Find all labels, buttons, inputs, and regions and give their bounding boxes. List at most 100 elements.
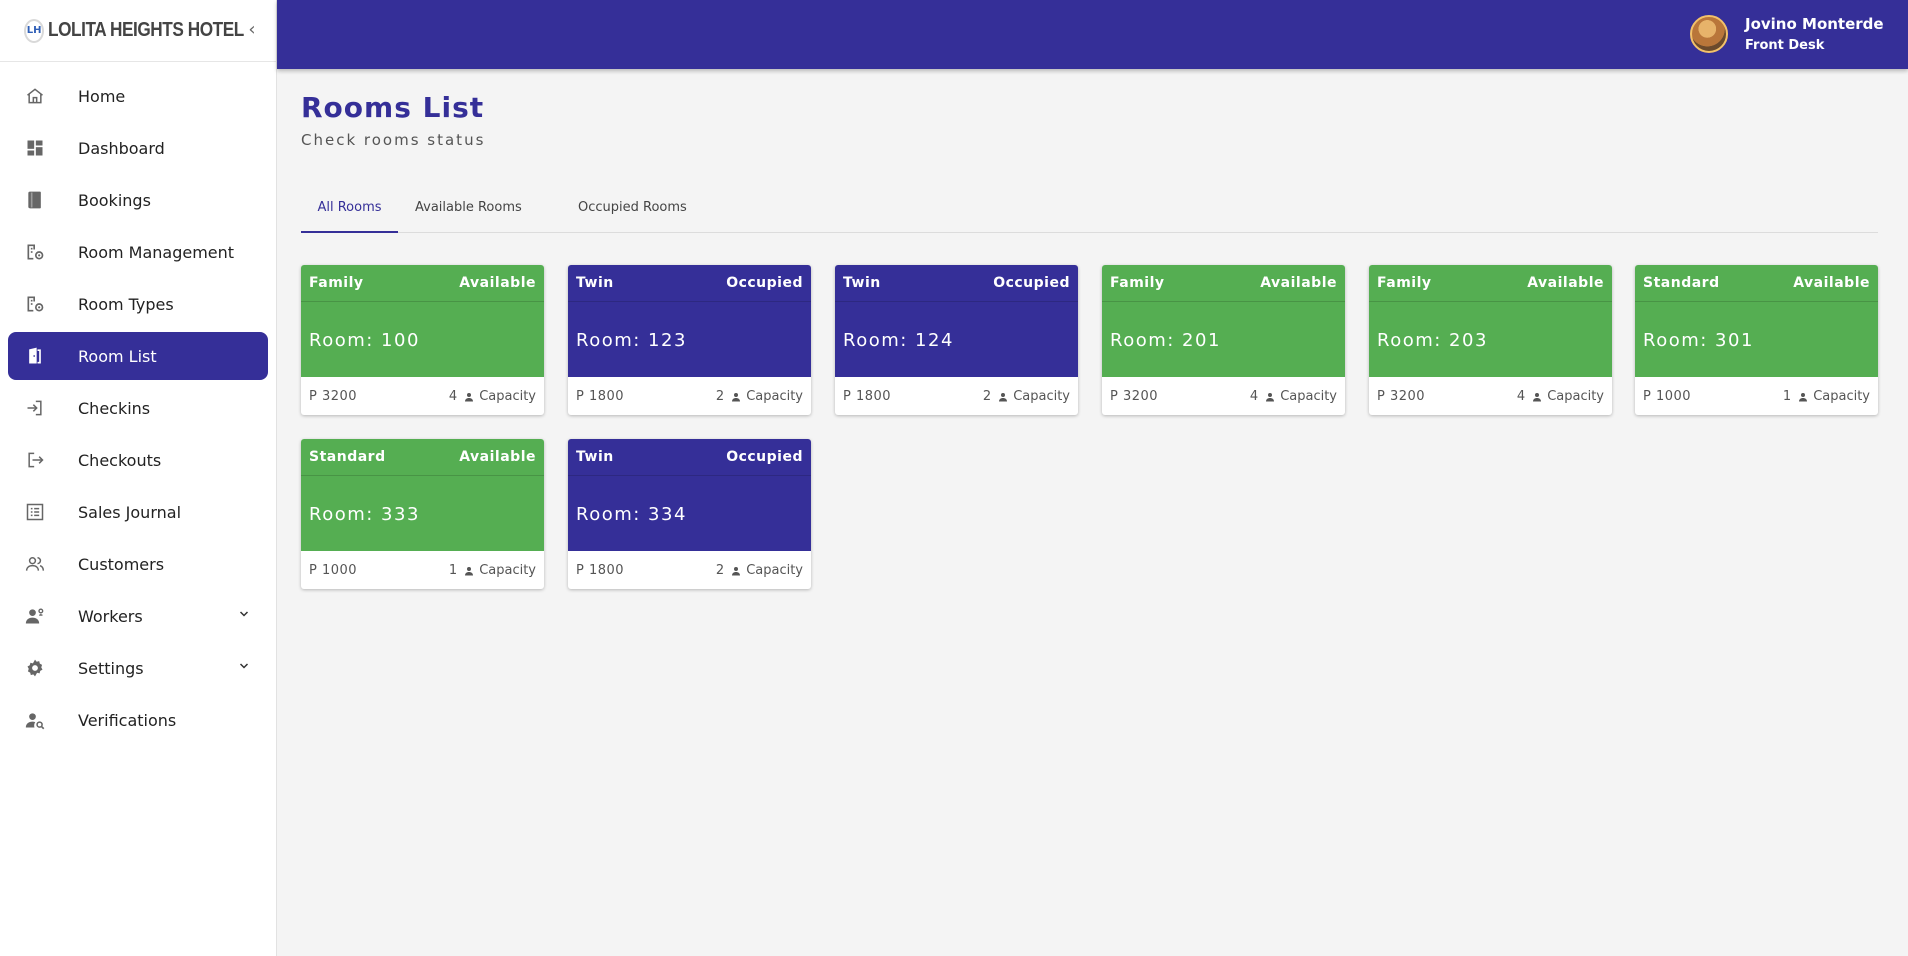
chevron-down-icon xyxy=(238,608,250,624)
room-card-header: Standard Available Room: 333 xyxy=(301,439,544,551)
capacity-label: Capacity xyxy=(479,389,536,404)
sidebar-item-bookings[interactable]: Bookings xyxy=(8,176,268,224)
room-card[interactable]: Family Available Room: 203 P 3200 4 Capa… xyxy=(1369,265,1612,415)
room-card[interactable]: Standard Available Room: 301 P 1000 1 Ca… xyxy=(1635,265,1878,415)
room-card-top: Twin Occupied xyxy=(568,439,811,476)
sidebar-item-verifications[interactable]: Verifications xyxy=(8,696,268,744)
brand: LH LOLITA HEIGHTS HOTEL xyxy=(0,0,276,62)
sidebar-item-label: Room Management xyxy=(78,242,235,262)
room-type: Family xyxy=(309,275,364,291)
room-card[interactable]: Standard Available Room: 333 P 1000 1 Ca… xyxy=(301,439,544,589)
room-price: P 3200 xyxy=(1110,389,1159,404)
room-card-header: Family Available Room: 100 xyxy=(301,265,544,377)
sidebar-item-label: Verifications xyxy=(78,710,177,730)
room-status: Available xyxy=(459,275,536,291)
home-icon xyxy=(24,85,46,107)
sidebar-item-sales-journal[interactable]: Sales Journal xyxy=(8,488,268,536)
sidebar-item-checkins[interactable]: Checkins xyxy=(8,384,268,432)
people-icon xyxy=(24,553,46,575)
room-number: Room: 124 xyxy=(843,330,954,351)
room-card[interactable]: Twin Occupied Room: 334 P 1800 2 Capacit… xyxy=(568,439,811,589)
room-type: Family xyxy=(1377,275,1432,291)
room-card-footer: P 1000 1 Capacity xyxy=(1635,377,1878,415)
person-icon xyxy=(465,392,474,401)
sidebar-item-label: Room Types xyxy=(78,294,174,314)
brand-name: LOLITA HEIGHTS HOTEL xyxy=(48,19,245,41)
room-status: Occupied xyxy=(726,449,803,465)
room-card-header: Family Available Room: 203 xyxy=(1369,265,1612,377)
person-icon xyxy=(1266,392,1275,401)
room-price: P 1000 xyxy=(1643,389,1692,404)
sidebar-item-customers[interactable]: Customers xyxy=(8,540,268,588)
sidebar-item-room-types[interactable]: Room Types xyxy=(8,280,268,328)
room-card-footer: P 1800 2 Capacity xyxy=(835,377,1078,415)
room-status: Occupied xyxy=(993,275,1070,291)
capacity-label: Capacity xyxy=(746,389,803,404)
collapse-sidebar-chevron-left-icon[interactable]: ‹ xyxy=(244,18,260,42)
sidebar-item-label: Checkins xyxy=(78,398,151,418)
room-card-top: Family Available xyxy=(1102,265,1345,302)
room-card[interactable]: Family Available Room: 100 P 3200 4 Capa… xyxy=(301,265,544,415)
capacity-count: 2 xyxy=(982,389,992,404)
sidebar-item-label: Bookings xyxy=(78,190,151,210)
person-icon xyxy=(732,392,741,401)
room-status: Available xyxy=(1260,275,1337,291)
room-number: Room: 301 xyxy=(1643,330,1754,351)
room-card-footer: P 3200 4 Capacity xyxy=(301,377,544,415)
room-type: Twin xyxy=(843,275,881,291)
room-card-header: Twin Occupied Room: 124 xyxy=(835,265,1078,377)
sidebar-item-home[interactable]: Home xyxy=(8,72,268,120)
room-card-top: Twin Occupied xyxy=(568,265,811,302)
room-card[interactable]: Twin Occupied Room: 124 P 1800 2 Capacit… xyxy=(835,265,1078,415)
capacity-label: Capacity xyxy=(1013,389,1070,404)
room-type: Twin xyxy=(576,449,614,465)
room-card-top: Family Available xyxy=(301,265,544,302)
tab-occupied-rooms[interactable]: Occupied Rooms xyxy=(578,183,687,233)
capacity-label: Capacity xyxy=(1547,389,1604,404)
top-bar: Jovino Monterde Front Desk xyxy=(277,0,1908,69)
sidebar-item-room-management[interactable]: Room Management xyxy=(8,228,268,276)
sidebar-item-workers[interactable]: Workers xyxy=(8,592,268,640)
tab-available-rooms[interactable]: Available Rooms xyxy=(415,183,522,233)
room-card-top: Standard Available xyxy=(301,439,544,476)
avatar[interactable] xyxy=(1690,15,1728,53)
room-price: P 1800 xyxy=(576,563,625,578)
person-search-icon xyxy=(24,709,46,731)
sidebar-item-label: Workers xyxy=(78,606,143,626)
sidebar-item-settings[interactable]: Settings xyxy=(8,644,268,692)
room-type: Standard xyxy=(309,449,386,465)
room-status: Available xyxy=(459,449,536,465)
sidebar-item-label: Sales Journal xyxy=(78,502,182,522)
login-icon xyxy=(24,397,46,419)
room-status: Occupied xyxy=(726,275,803,291)
sidebar-item-label: Checkouts xyxy=(78,450,162,470)
room-card-footer: P 3200 4 Capacity xyxy=(1369,377,1612,415)
building-gear-icon xyxy=(24,293,46,315)
room-card-footer: P 1800 2 Capacity xyxy=(568,377,811,415)
capacity-label: Capacity xyxy=(746,563,803,578)
sidebar: LH LOLITA HEIGHTS HOTEL ‹ Home Dashboard… xyxy=(0,0,277,956)
room-card-footer: P 3200 4 Capacity xyxy=(1102,377,1345,415)
person-icon xyxy=(732,566,741,575)
room-capacity: 4 Capacity xyxy=(449,389,536,404)
room-card-header: Standard Available Room: 301 xyxy=(1635,265,1878,377)
page-title: Rooms List xyxy=(301,91,485,124)
sidebar-item-checkouts[interactable]: Checkouts xyxy=(8,436,268,484)
sidebar-item-room-list[interactable]: Room List xyxy=(8,332,268,380)
room-capacity: 2 Capacity xyxy=(983,389,1070,404)
capacity-label: Capacity xyxy=(1280,389,1337,404)
room-price: P 1800 xyxy=(843,389,892,404)
room-card[interactable]: Twin Occupied Room: 123 P 1800 2 Capacit… xyxy=(568,265,811,415)
room-card[interactable]: Family Available Room: 201 P 3200 4 Capa… xyxy=(1102,265,1345,415)
user-role: Front Desk xyxy=(1745,38,1825,53)
sidebar-item-label: Customers xyxy=(78,554,165,574)
room-number: Room: 203 xyxy=(1377,330,1488,351)
list-icon xyxy=(24,501,46,523)
sidebar-item-dashboard[interactable]: Dashboard xyxy=(8,124,268,172)
room-type: Standard xyxy=(1643,275,1720,291)
room-number: Room: 100 xyxy=(309,330,420,351)
sidebar-item-label: Dashboard xyxy=(78,138,165,158)
tab-all-rooms[interactable]: All Rooms xyxy=(301,183,398,233)
building-gear-icon xyxy=(24,241,46,263)
room-card-footer: P 1800 2 Capacity xyxy=(568,551,811,589)
